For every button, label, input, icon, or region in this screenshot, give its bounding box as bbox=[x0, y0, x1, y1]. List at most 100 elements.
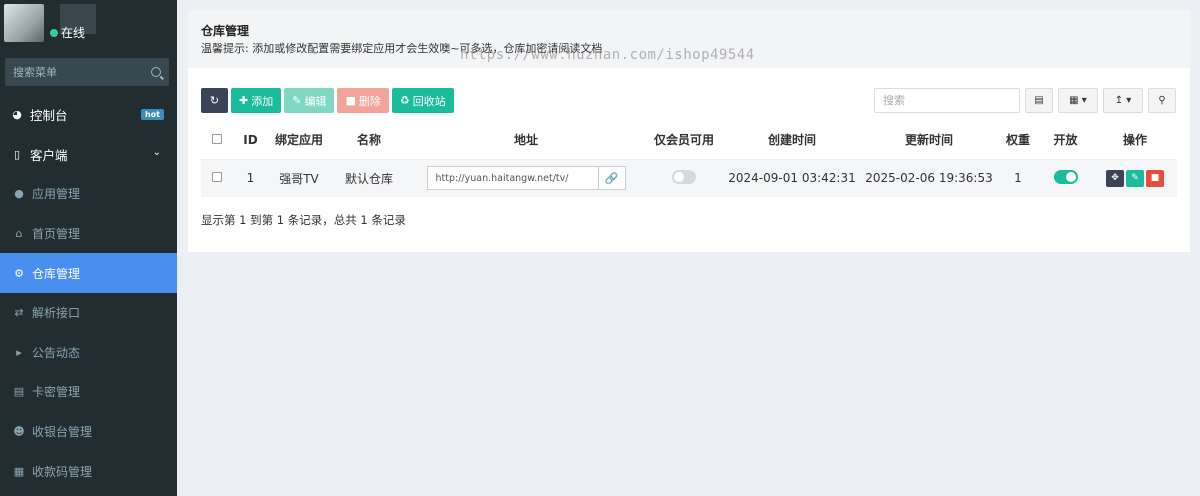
cell-open bbox=[1038, 159, 1093, 197]
sidebar-item-label: 首页管理 bbox=[32, 227, 81, 242]
column-header[interactable]: 地址 bbox=[408, 121, 644, 160]
cogs-icon: ⚙ bbox=[14, 266, 24, 280]
id-card-icon: ▤ bbox=[13, 385, 25, 399]
trash-icon: ■ bbox=[1150, 173, 1160, 184]
search-icon[interactable] bbox=[151, 67, 161, 77]
bullhorn-icon: ▸ bbox=[16, 345, 22, 359]
page-title: 仓库管理 bbox=[201, 24, 250, 38]
sidebar-item-apps[interactable]: ● 应用管理 bbox=[0, 174, 177, 214]
sidebar-item-label: 公告动态 bbox=[32, 345, 81, 360]
sidebar-item-home[interactable]: ⌂ 首页管理 bbox=[0, 214, 177, 254]
sidebar-item-qrcode[interactable]: ▦ 收款码管理 bbox=[0, 451, 177, 491]
sidebar-item-warehouse[interactable]: ⚙ 仓库管理 bbox=[0, 253, 177, 293]
sidebar-item-cashier[interactable]: ☻ 收银台管理 bbox=[0, 412, 177, 452]
column-header[interactable]: 权重 bbox=[998, 121, 1038, 160]
sidebar-item-label: 收银台管理 bbox=[32, 425, 93, 440]
cell-member-only bbox=[644, 159, 724, 197]
arrows-icon: ✥ bbox=[1111, 173, 1119, 184]
user-panel: 在线 bbox=[0, 0, 177, 48]
table-search-input[interactable] bbox=[874, 88, 1020, 113]
warehouse-table: ID 绑定应用 名称 地址 仅会员可用 创建时间 更新时间 权重 开放 操作 1… bbox=[201, 121, 1177, 197]
header-checkbox-cell bbox=[201, 121, 233, 160]
column-header: 操作 bbox=[1093, 121, 1177, 160]
sidebar-item-label: 控制台 bbox=[30, 108, 68, 124]
add-button[interactable]: ✚ 添加 bbox=[231, 88, 282, 113]
column-header[interactable]: 仅会员可用 bbox=[644, 121, 724, 160]
sidebar-item-dashboard[interactable]: ◕ 控制台 hot bbox=[0, 95, 177, 135]
sidebar-search bbox=[5, 58, 169, 86]
columns-icon: ▦ ▾ bbox=[1069, 95, 1087, 106]
drag-sort-button[interactable]: ✥ bbox=[1106, 169, 1124, 187]
menu-search-input[interactable] bbox=[13, 65, 151, 79]
add-label: 添加 bbox=[251, 94, 274, 108]
status-label: 在线 bbox=[61, 26, 86, 40]
sidebar-item-label: 客户端 bbox=[30, 147, 68, 163]
online-dot-icon bbox=[50, 28, 58, 37]
sidebar-menu: ◕ 控制台 hot ▯ 客户端 ⌄ ● 应用管理 ⌂ 首页管理 ⚙ 仓库管理 ⇄… bbox=[0, 95, 177, 491]
list-view-icon: ▤ bbox=[1034, 95, 1044, 106]
page-header: 仓库管理 温馨提示: 添加或修改配置需要绑定应用才会生效噢~可多选，仓库加密请阅… bbox=[188, 10, 1190, 68]
qrcode-icon: ▦ bbox=[13, 464, 25, 478]
sidebar-item-announcements[interactable]: ▸ 公告动态 bbox=[0, 333, 177, 373]
column-header[interactable]: 绑定应用 bbox=[268, 121, 330, 160]
main-content: 仓库管理 温馨提示: 添加或修改配置需要绑定应用才会生效噢~可多选，仓库加密请阅… bbox=[177, 0, 1200, 496]
sidebar-item-label: 解析接口 bbox=[32, 306, 81, 321]
dashboard-icon: ◕ bbox=[12, 108, 22, 122]
url-input[interactable] bbox=[427, 167, 598, 190]
row-checkbox[interactable] bbox=[212, 172, 222, 183]
trash-icon: ■ bbox=[345, 94, 356, 107]
search-icon: ⚲ bbox=[1158, 95, 1166, 106]
cell-actions: ✥ ✎ ■ bbox=[1093, 159, 1177, 197]
refresh-icon: ↻ bbox=[209, 94, 220, 107]
table-header-row: ID 绑定应用 名称 地址 仅会员可用 创建时间 更新时间 权重 开放 操作 bbox=[201, 121, 1177, 160]
cell-updated: 2025-02-06 19:36:53 bbox=[860, 159, 998, 197]
column-header[interactable]: 开放 bbox=[1038, 121, 1093, 160]
member-only-switch[interactable] bbox=[672, 169, 696, 184]
hot-badge: hot bbox=[140, 109, 164, 120]
sidebar-item-parse-api[interactable]: ⇄ 解析接口 bbox=[0, 293, 177, 333]
edit-button[interactable]: ✎ 编辑 bbox=[284, 88, 335, 113]
cell-app: 强哥TV bbox=[268, 159, 330, 197]
open-switch[interactable] bbox=[1053, 169, 1078, 184]
edit-label: 编辑 bbox=[304, 94, 327, 108]
sidebar: 在线 ◕ 控制台 hot ▯ 客户端 ⌄ ● 应用管理 ⌂ 首页管理 ⚙ 仓库管… bbox=[0, 0, 177, 496]
cell-name: 默认仓库 bbox=[330, 159, 408, 197]
select-all-checkbox[interactable] bbox=[212, 133, 222, 144]
row-checkbox-cell bbox=[201, 159, 233, 197]
column-header[interactable]: ID bbox=[233, 121, 268, 160]
right-tools: ▤ ▦ ▾ ↥ ▾ ⚲ bbox=[874, 88, 1176, 113]
avatar[interactable] bbox=[4, 4, 44, 42]
cell-weight: 1 bbox=[998, 159, 1038, 197]
sidebar-item-client[interactable]: ▯ 客户端 ⌄ bbox=[0, 135, 177, 175]
usb-icon: ⇄ bbox=[14, 306, 24, 320]
export-dropdown-button[interactable]: ↥ ▾ bbox=[1103, 88, 1143, 113]
columns-dropdown-button[interactable]: ▦ ▾ bbox=[1058, 88, 1098, 113]
toolbar: ↻ ✚ 添加 ✎ 编辑 ■ 删除 ♻ 回收站 bbox=[201, 88, 454, 113]
row-delete-button[interactable]: ■ bbox=[1146, 169, 1164, 187]
recycle-label: 回收站 bbox=[412, 94, 446, 108]
row-edit-button[interactable]: ✎ bbox=[1126, 169, 1144, 187]
delete-label: 删除 bbox=[358, 94, 381, 108]
column-header[interactable]: 创建时间 bbox=[724, 121, 860, 160]
recycle-icon: ♻ bbox=[399, 94, 410, 107]
user-plus-icon: ☻ bbox=[13, 425, 25, 439]
refresh-button[interactable]: ↻ bbox=[201, 88, 228, 113]
link-icon: 🔗 bbox=[604, 171, 619, 185]
advanced-search-button[interactable]: ⚲ bbox=[1148, 88, 1176, 113]
pagination-summary: 显示第 1 到第 1 条记录，总共 1 条记录 bbox=[201, 213, 406, 227]
plus-icon: ✚ bbox=[239, 94, 249, 107]
toggle-view-button[interactable]: ▤ bbox=[1025, 88, 1053, 113]
open-link-button[interactable]: 🔗 bbox=[597, 167, 625, 190]
cell-url: 🔗 bbox=[408, 159, 644, 197]
cell-created: 2024-09-01 03:42:31 bbox=[724, 159, 860, 197]
column-header[interactable]: 更新时间 bbox=[860, 121, 998, 160]
online-status: 在线 bbox=[50, 24, 85, 41]
export-icon: ↥ ▾ bbox=[1114, 95, 1132, 106]
recycle-bin-button[interactable]: ♻ 回收站 bbox=[391, 88, 454, 113]
column-header[interactable]: 名称 bbox=[330, 121, 408, 160]
table-panel: ↻ ✚ 添加 ✎ 编辑 ■ 删除 ♻ 回收站 ▤ bbox=[188, 68, 1190, 252]
sidebar-item-cards[interactable]: ▤ 卡密管理 bbox=[0, 372, 177, 412]
pencil-icon: ✎ bbox=[1131, 173, 1139, 184]
table-row[interactable]: 1 强哥TV 默认仓库 🔗 2024-09-01 03:42:31 2025- bbox=[201, 159, 1177, 197]
delete-button[interactable]: ■ 删除 bbox=[337, 88, 389, 113]
